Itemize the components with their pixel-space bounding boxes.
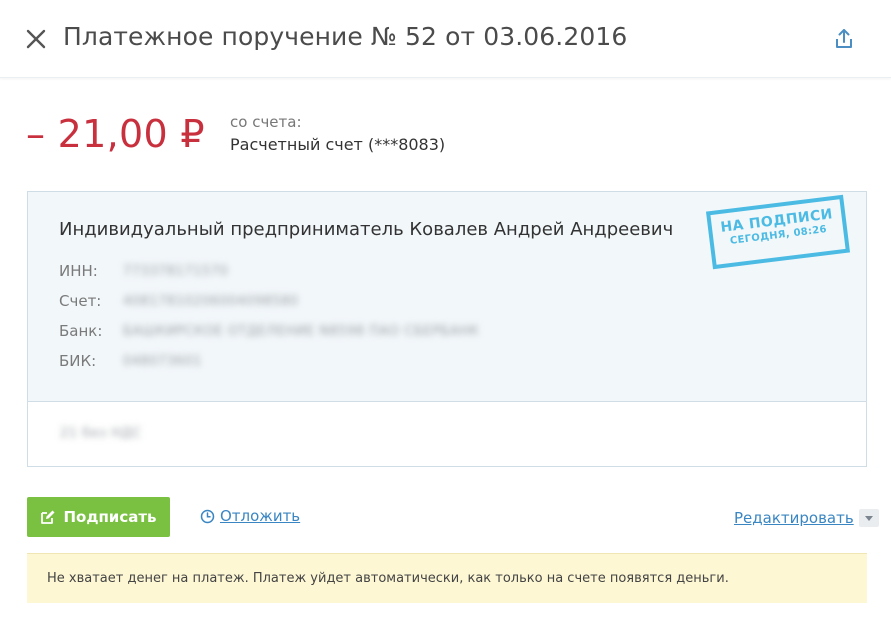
header: Платежное поручение № 52 от 03.06.2016 <box>0 0 891 78</box>
payment-purpose: 21 без НДС <box>60 426 142 441</box>
share-icon[interactable] <box>831 26 857 52</box>
payee-card: Индивидуальный предприниматель Ковалев А… <box>27 191 867 467</box>
bank-value: БАШКИРСКОЕ ОТДЕЛЕНИЕ N8598 ПАО СБЕРБАНК <box>123 323 480 339</box>
postpone-link[interactable]: Отложить <box>200 507 300 525</box>
page-title: Платежное поручение № 52 от 03.06.2016 <box>63 22 628 51</box>
payee-name: Индивидуальный предприниматель Ковалев А… <box>59 219 674 240</box>
bik-label: БИК: <box>59 352 97 370</box>
status-stamp: НА ПОДПИСИ СЕГОДНЯ, 08:26 <box>705 194 851 270</box>
payee-details: Индивидуальный предприниматель Ковалев А… <box>28 192 866 402</box>
close-icon[interactable] <box>24 27 48 51</box>
payment-amount: – 21,00 ₽ <box>26 112 205 156</box>
sign-button[interactable]: Подписать <box>27 497 170 537</box>
inn-row: ИНН: 773378171570 <box>59 260 228 282</box>
from-account-value: Расчетный счет (***8083) <box>230 135 446 154</box>
sign-button-label: Подписать <box>63 508 157 526</box>
bank-label: Банк: <box>59 322 103 340</box>
edit-label: Редактировать <box>734 509 854 527</box>
bik-row: БИК: 048073601 <box>59 350 202 372</box>
sign-edit-icon <box>40 509 56 525</box>
edit-dropdown[interactable]: Редактировать <box>734 509 879 527</box>
clock-icon <box>200 509 215 524</box>
postpone-label: Отложить <box>220 507 301 525</box>
chevron-down-icon[interactable] <box>858 509 879 527</box>
insufficient-funds-notice: Не хватает денег на платеж. Платеж уйдет… <box>27 553 867 603</box>
account-value: 40817810206004098580 <box>123 293 299 309</box>
bank-row: Банк: БАШКИРСКОЕ ОТДЕЛЕНИЕ N8598 ПАО СБЕ… <box>59 320 479 342</box>
bik-value: 048073601 <box>123 353 202 369</box>
account-row: Счет: 40817810206004098580 <box>59 290 298 312</box>
notice-text: Не хватает денег на платеж. Платеж уйдет… <box>47 571 729 586</box>
inn-label: ИНН: <box>59 262 98 280</box>
inn-value: 773378171570 <box>123 263 229 279</box>
account-label: Счет: <box>59 292 102 310</box>
from-account-label: со счета: <box>230 113 302 131</box>
